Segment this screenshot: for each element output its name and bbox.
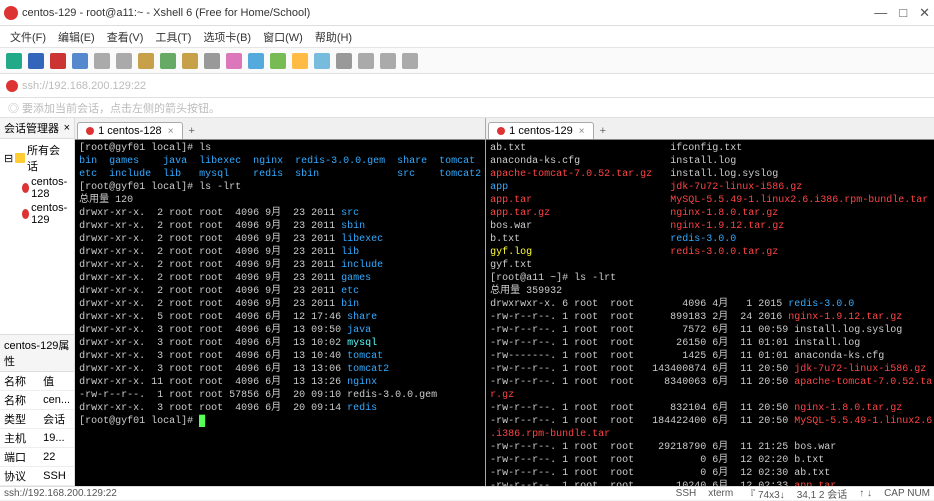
menubar: 文件(F) 编辑(E) 查看(V) 工具(T) 选项卡(B) 窗口(W) 帮助(…: [0, 26, 934, 48]
session-icon: [22, 209, 29, 219]
collapse-icon[interactable]: ⊟: [4, 152, 13, 165]
find-icon[interactable]: [138, 53, 154, 69]
disconnect-icon[interactable]: [50, 53, 66, 69]
tabs-left: 1 centos-128 × +: [75, 118, 485, 140]
folder-icon[interactable]: [182, 53, 198, 69]
status-term: xterm: [708, 488, 733, 499]
sidebar-close-icon[interactable]: ×: [64, 122, 70, 134]
props-icon[interactable]: [160, 53, 176, 69]
properties-panel: centos-129属性 名称值 名称cen... 类型会话 主机19... 端…: [0, 334, 74, 486]
session-tree[interactable]: ⊟ 所有会话 centos-128 centos-129: [0, 139, 74, 334]
props-row: 主机19...: [0, 429, 74, 448]
fullscreen-icon[interactable]: [402, 53, 418, 69]
log-icon[interactable]: [336, 53, 352, 69]
terminal-right-col: 1 centos-129 × + ab.txt ifconfig.txt ana…: [486, 118, 934, 486]
status-address: ssh://192.168.200.129:22: [4, 488, 117, 499]
menu-view[interactable]: 查看(V): [103, 27, 148, 47]
window-buttons: — □ ✕: [874, 5, 930, 21]
status-pos: 34,1 2 会话: [797, 486, 848, 501]
props-row: 端口22: [0, 448, 74, 467]
terminals: 1 centos-128 × + [root@gyf01 local]# ls …: [75, 118, 934, 486]
props-table: 名称值 名称cen... 类型会话 主机19... 端口22 协议SSH: [0, 372, 74, 486]
tile-icon[interactable]: [358, 53, 374, 69]
tree-item-label: centos-128: [31, 176, 70, 200]
folder-icon: [15, 153, 25, 163]
tree-item-centos-128[interactable]: centos-128: [0, 175, 74, 201]
tree-item-centos-129[interactable]: centos-129: [0, 201, 74, 227]
props-head-value: 值: [39, 372, 74, 391]
toolbar: [0, 48, 934, 74]
tab-close-icon[interactable]: ×: [168, 126, 174, 137]
menu-file[interactable]: 文件(F): [6, 27, 50, 47]
status-proto: SSH: [676, 488, 697, 499]
terminal-left[interactable]: [root@gyf01 local]# ls bin games java li…: [75, 140, 485, 486]
color-icon[interactable]: [226, 53, 242, 69]
main-area: 会话管理器 × ⊟ 所有会话 centos-128 centos-129 cen…: [0, 118, 934, 486]
script-icon[interactable]: [270, 53, 286, 69]
menu-tools[interactable]: 工具(T): [151, 27, 195, 47]
props-title: centos-129属性: [0, 335, 74, 372]
close-button[interactable]: ✕: [919, 5, 930, 21]
new-icon[interactable]: [6, 53, 22, 69]
tab-centos-129[interactable]: 1 centos-129 ×: [488, 122, 593, 139]
sidebar-title: 会话管理器 ×: [0, 118, 74, 139]
status-caps: CAP NUM: [884, 488, 930, 499]
menu-tab[interactable]: 选项卡(B): [199, 27, 255, 47]
copy-icon[interactable]: [94, 53, 110, 69]
maximize-button[interactable]: □: [899, 5, 907, 21]
session-icon: [6, 80, 18, 92]
terminal-right[interactable]: ab.txt ifconfig.txt anaconda-ks.cfg inst…: [486, 140, 934, 486]
sidebar: 会话管理器 × ⊟ 所有会话 centos-128 centos-129 cen…: [0, 118, 75, 486]
transfer-icon[interactable]: [292, 53, 308, 69]
props-row: 协议SSH: [0, 467, 74, 486]
tab-add-button[interactable]: +: [594, 123, 612, 139]
minimize-button[interactable]: —: [874, 5, 887, 21]
tab-add-button[interactable]: +: [183, 123, 201, 139]
window-title: centos-129 - root@a11:~ - Xshell 6 (Free…: [22, 7, 874, 19]
session-icon: [22, 183, 29, 193]
tabs-right: 1 centos-129 × +: [486, 118, 934, 140]
tree-root[interactable]: ⊟ 所有会话: [0, 141, 74, 175]
props-head-name: 名称: [0, 372, 39, 391]
status-arrows: ↑ ↓: [859, 488, 872, 499]
address-text: ssh://192.168.200.129:22: [22, 80, 146, 92]
tab-icon: [497, 127, 505, 135]
font-icon[interactable]: [248, 53, 264, 69]
reconnect-icon[interactable]: [72, 53, 88, 69]
menu-window[interactable]: 窗口(W): [259, 27, 307, 47]
status-size: 『 74x3↓: [745, 486, 784, 501]
cascade-icon[interactable]: [380, 53, 396, 69]
tunnel-icon[interactable]: [314, 53, 330, 69]
props-row: 类型会话: [0, 410, 74, 429]
tab-label: 1 centos-128: [98, 125, 162, 137]
tree-item-label: centos-129: [31, 202, 70, 226]
tab-centos-128[interactable]: 1 centos-128 ×: [77, 122, 182, 139]
hint-bar: ◎ 要添加当前会话，点击左侧的箭头按钮。: [0, 98, 934, 118]
tab-close-icon[interactable]: ×: [579, 126, 585, 137]
addressbar[interactable]: ssh://192.168.200.129:22: [0, 74, 934, 98]
tab-label: 1 centos-129: [509, 125, 573, 137]
menu-edit[interactable]: 编辑(E): [54, 27, 99, 47]
hint-text: ◎ 要添加当前会话，点击左侧的箭头按钮。: [8, 100, 220, 116]
titlebar: centos-129 - root@a11:~ - Xshell 6 (Free…: [0, 0, 934, 26]
props-row: 名称cen...: [0, 391, 74, 410]
sidebar-title-text: 会话管理器: [4, 120, 59, 136]
open-icon[interactable]: [28, 53, 44, 69]
lock-icon[interactable]: [204, 53, 220, 69]
paste-icon[interactable]: [116, 53, 132, 69]
menu-help[interactable]: 帮助(H): [311, 27, 356, 47]
tab-icon: [86, 127, 94, 135]
tree-root-label: 所有会话: [27, 142, 70, 174]
app-icon: [4, 6, 18, 20]
statusbar: ssh://192.168.200.129:22 SSH xterm 『 74x…: [0, 486, 934, 500]
terminal-left-col: 1 centos-128 × + [root@gyf01 local]# ls …: [75, 118, 486, 486]
